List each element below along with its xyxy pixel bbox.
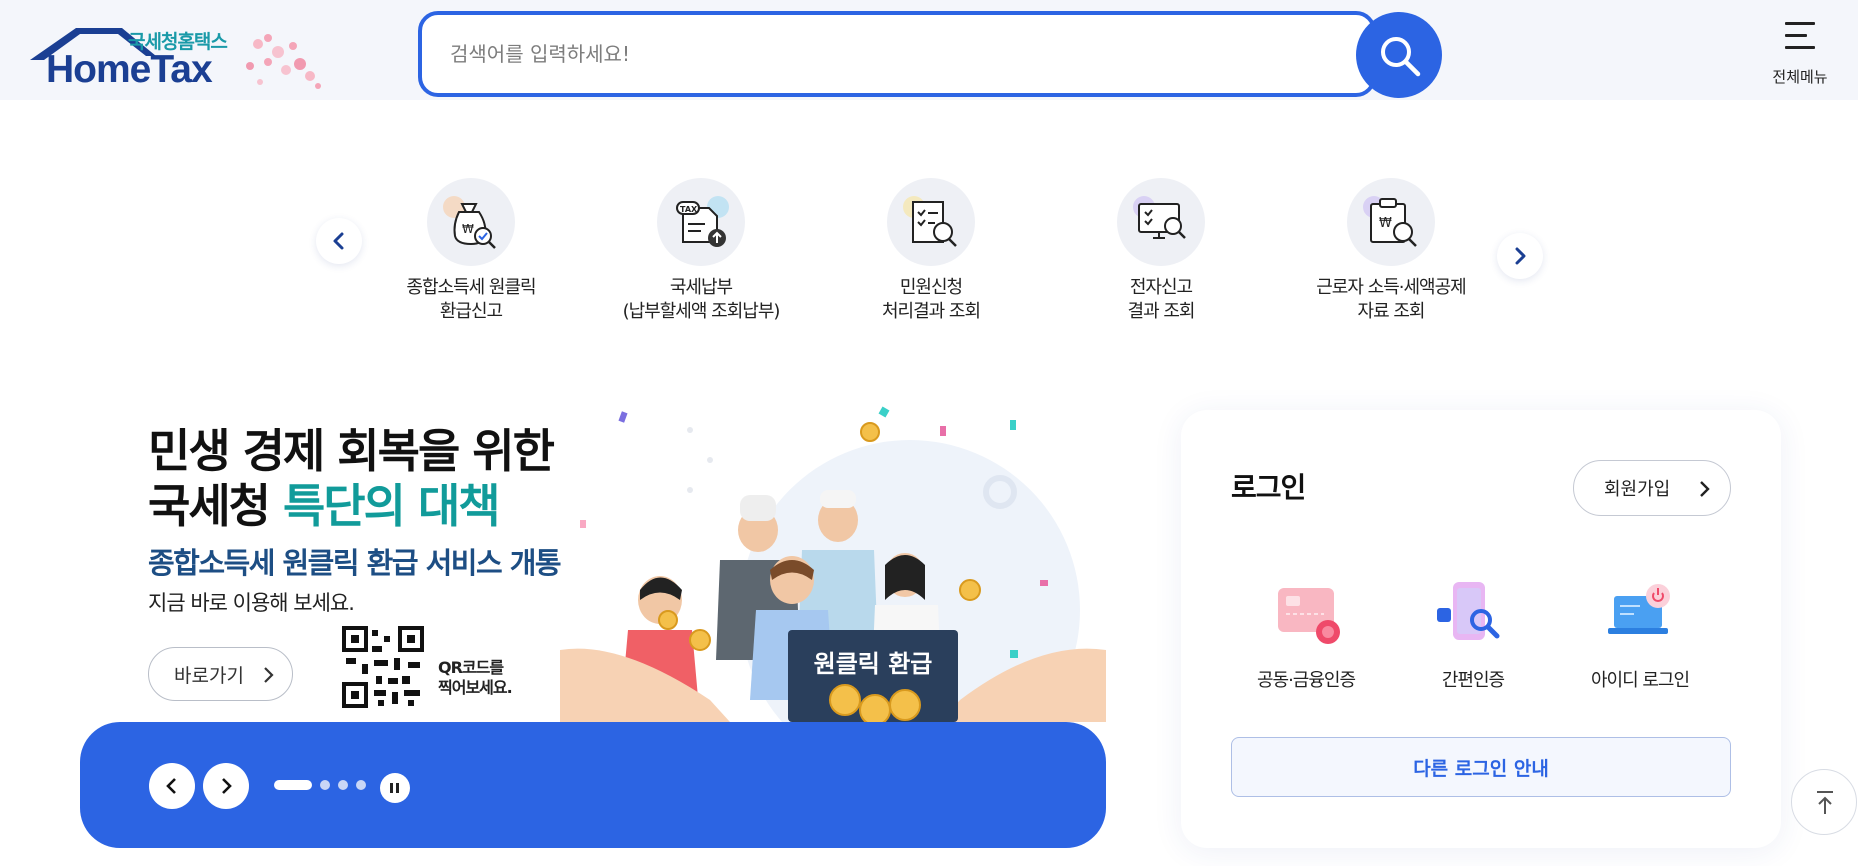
quick-menu-item-worker-deduction[interactable]: ₩ 근로자 소득·세액공제 자료 조회 bbox=[1286, 178, 1496, 324]
pause-icon-bar bbox=[390, 783, 393, 793]
full-menu-button[interactable]: 전체메뉴 bbox=[1764, 22, 1836, 88]
quick-menu-item-income-tax-refund[interactable]: ₩ 종합소득세 원클릭 환급신고 bbox=[366, 178, 576, 324]
quick-menu-label-line2: 처리결과 조회 bbox=[881, 301, 981, 322]
certificate-card-icon bbox=[1266, 574, 1346, 654]
quick-menu-label-line1: 민원신청 bbox=[899, 277, 963, 298]
banner-controls bbox=[80, 722, 1106, 848]
id-login-option[interactable]: 아이디 로그인 bbox=[1565, 574, 1715, 692]
simple-auth-label: 간편인증 bbox=[1441, 670, 1505, 691]
search-box bbox=[418, 11, 1376, 97]
qr-instruction: QR코드를 찍어보세요. bbox=[438, 658, 513, 698]
banner-pause-button[interactable] bbox=[380, 773, 410, 803]
quick-menu-label-line2: 결과 조회 bbox=[1127, 301, 1196, 322]
quick-menu-prev-button[interactable] bbox=[316, 218, 362, 264]
refund-sign-text: 원클릭 환급 bbox=[814, 650, 933, 678]
sign-up-label: 회원가입 bbox=[1604, 479, 1671, 500]
login-card: 로그인 회원가입 공동·금융인증 간편인증 아이디 로그인 다른 로그인 안내 bbox=[1181, 410, 1781, 848]
banner-title-line2: 국세청 특단의 대책 bbox=[148, 470, 501, 536]
quick-menu-item-civil-petition[interactable]: 민원신청 처리결과 조회 bbox=[826, 178, 1036, 324]
chevron-right-icon bbox=[1515, 247, 1526, 265]
search-icon bbox=[1381, 37, 1421, 77]
banner-title-accent: 특단의 대책 bbox=[282, 479, 501, 533]
certificate-login-option[interactable]: 공동·금융인증 bbox=[1231, 574, 1381, 692]
quick-menu-label-line1: 종합소득세 원클릭 bbox=[406, 277, 536, 298]
slide-dot-3[interactable] bbox=[338, 780, 348, 790]
cherry-blossom-icon bbox=[246, 34, 321, 89]
go-button-label: 바로가기 bbox=[174, 664, 244, 687]
slide-dot-4[interactable] bbox=[356, 780, 366, 790]
header: 국세청홈택스 HomeTax 전체메뉴 bbox=[0, 0, 1858, 100]
svg-text:₩: ₩ bbox=[1379, 216, 1392, 231]
banner-description: 지금 바로 이용해 보세요. bbox=[148, 591, 355, 615]
quick-menu-label-line1: 근로자 소득·세액공제 bbox=[1316, 277, 1466, 298]
hamburger-icon bbox=[1785, 22, 1815, 49]
banner-prev-button[interactable] bbox=[149, 763, 195, 809]
clipboard-search-icon: ₩ bbox=[1347, 178, 1435, 266]
certificate-login-label: 공동·금융인증 bbox=[1256, 670, 1356, 691]
banner-subtitle: 종합소득세 원클릭 환급 서비스 개통 bbox=[148, 546, 562, 580]
chevron-right-icon bbox=[1700, 481, 1710, 497]
svg-text:TAX: TAX bbox=[680, 205, 698, 214]
slide-dot-2[interactable] bbox=[320, 780, 330, 790]
go-button[interactable]: 바로가기 bbox=[148, 647, 293, 701]
tax-document-upload-icon: TAX bbox=[657, 178, 745, 266]
logo-title: HomeTax bbox=[46, 48, 213, 91]
arrow-up-icon bbox=[1817, 791, 1833, 814]
phone-search-icon bbox=[1433, 574, 1513, 654]
sign-up-button[interactable]: 회원가입 bbox=[1573, 460, 1731, 516]
quick-menu-label-line1: 국세납부 bbox=[669, 277, 733, 298]
celebrating-people-illustration: 원클릭 환급 bbox=[560, 406, 1106, 722]
quick-menu-item-tax-payment[interactable]: TAX 국세납부 (납부할세액 조회납부) bbox=[596, 178, 806, 324]
search-button[interactable] bbox=[1356, 12, 1442, 98]
promo-banner: 원클릭 환급 민생 경제 회복을 위한 국세청 특단의 대책 종합소득세 원클릭… bbox=[80, 400, 1106, 722]
document-search-icon bbox=[887, 178, 975, 266]
chevron-left-icon bbox=[333, 232, 344, 250]
hometax-logo[interactable]: 국세청홈택스 HomeTax bbox=[30, 22, 340, 92]
chevron-right-icon bbox=[222, 778, 232, 794]
full-menu-label: 전체메뉴 bbox=[1772, 68, 1828, 86]
svg-text:₩: ₩ bbox=[462, 222, 474, 236]
quick-menu-label-line2: 자료 조회 bbox=[1357, 301, 1426, 322]
qr-text-line2: 찍어보세요. bbox=[438, 678, 513, 697]
quick-menu-label-line1: 전자신고 bbox=[1129, 277, 1193, 298]
qr-code bbox=[342, 626, 424, 708]
chevron-left-icon bbox=[166, 778, 176, 794]
quick-menu-next-button[interactable] bbox=[1497, 233, 1543, 279]
laptop-power-icon bbox=[1600, 574, 1680, 654]
quick-menu-item-e-filing-result[interactable]: 전자신고 결과 조회 bbox=[1056, 178, 1266, 324]
banner-title-plain: 국세청 bbox=[148, 479, 283, 533]
scroll-top-button[interactable] bbox=[1791, 769, 1857, 835]
slide-dot-1[interactable] bbox=[274, 780, 312, 790]
chevron-right-icon bbox=[264, 667, 274, 683]
quick-menu-label-line2: 환급신고 bbox=[439, 301, 503, 322]
qr-text-line1: QR코드를 bbox=[438, 658, 504, 677]
other-login-guide-button[interactable]: 다른 로그인 안내 bbox=[1231, 737, 1731, 797]
monitor-search-icon bbox=[1117, 178, 1205, 266]
pause-icon-bar bbox=[396, 783, 399, 793]
money-bag-search-icon: ₩ bbox=[427, 178, 515, 266]
login-title: 로그인 bbox=[1231, 471, 1306, 504]
search-input[interactable] bbox=[450, 33, 1310, 75]
id-login-label: 아이디 로그인 bbox=[1590, 670, 1690, 691]
quick-menu-label-line2: (납부할세액 조회납부) bbox=[622, 301, 781, 322]
simple-auth-login-option[interactable]: 간편인증 bbox=[1398, 574, 1548, 692]
banner-next-button[interactable] bbox=[203, 763, 249, 809]
